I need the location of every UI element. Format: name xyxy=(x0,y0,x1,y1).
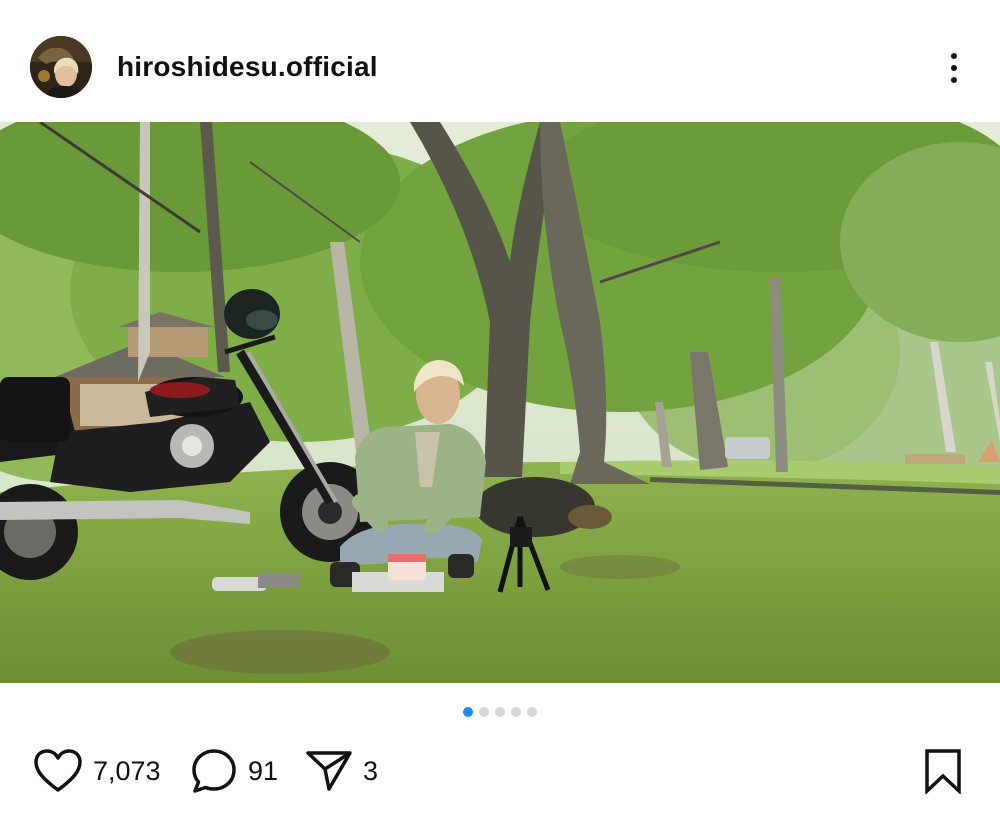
bookmark-icon xyxy=(925,749,961,794)
post-photo[interactable] xyxy=(0,122,1000,683)
more-vertical-icon[interactable] xyxy=(935,48,973,88)
username[interactable]: hiroshidesu.official xyxy=(117,49,378,85)
carousel-dot xyxy=(527,707,537,717)
more-dot xyxy=(951,65,957,71)
paper-plane-icon xyxy=(306,751,352,791)
heart-icon xyxy=(34,749,82,792)
carousel-dot xyxy=(495,707,505,717)
profile-photo-avatar xyxy=(30,36,92,98)
carousel-indicator xyxy=(0,707,1000,719)
post-photo-image xyxy=(0,122,1000,683)
carousel-dot xyxy=(479,707,489,717)
like-button[interactable]: 7,073 xyxy=(33,740,161,802)
comment-count: 91 xyxy=(248,756,279,786)
bookmark-button[interactable] xyxy=(920,745,966,797)
share-count: 3 xyxy=(363,756,379,786)
more-dot xyxy=(951,77,957,83)
instagram-post: hiroshidesu.official 7,073 91 3 xyxy=(0,0,1000,815)
comment-bubble-icon xyxy=(192,749,236,793)
comment-button[interactable]: 91 xyxy=(190,740,278,802)
post-header: hiroshidesu.official xyxy=(0,0,1000,122)
like-count: 7,073 xyxy=(93,756,161,786)
carousel-dot-active xyxy=(463,707,473,717)
action-bar: 7,073 91 3 xyxy=(0,740,1000,802)
carousel-dot xyxy=(511,707,521,717)
avatar[interactable] xyxy=(30,36,92,98)
share-button[interactable]: 3 xyxy=(305,740,378,802)
more-dot xyxy=(951,53,957,59)
